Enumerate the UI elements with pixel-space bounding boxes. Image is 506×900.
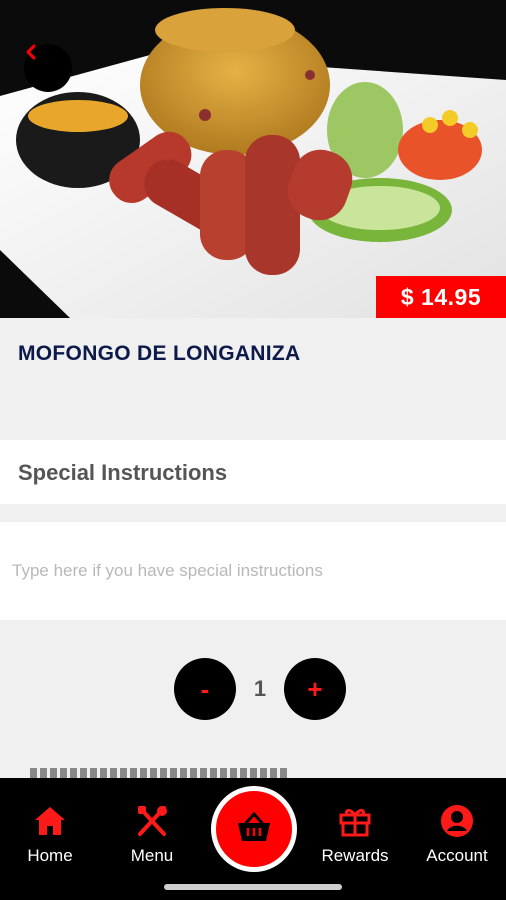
home-icon	[0, 804, 100, 838]
item-title-section: MOFONGO DE LONGANIZA	[0, 318, 506, 438]
hero-food-image: $ 14.95	[0, 0, 506, 318]
special-instructions-input[interactable]	[12, 556, 492, 586]
back-button[interactable]	[24, 44, 72, 92]
tab-rewards-label: Rewards	[321, 846, 389, 865]
quantity-stepper: - 1 +	[174, 658, 346, 720]
tab-menu[interactable]: Menu	[102, 804, 202, 866]
home-indicator	[164, 884, 342, 890]
special-instructions-heading: Special Instructions	[18, 460, 228, 485]
tab-rewards[interactable]: Rewards	[305, 804, 405, 866]
tab-home-label: Home	[27, 846, 73, 865]
fork-knife-icon	[102, 804, 202, 838]
tab-menu-label: Menu	[130, 846, 174, 865]
basket-icon	[236, 811, 272, 848]
tab-account[interactable]: Account	[407, 804, 506, 866]
user-circle-icon	[407, 804, 506, 838]
increase-quantity-button[interactable]: +	[284, 658, 346, 720]
tab-home[interactable]: Home	[0, 804, 100, 866]
decrease-quantity-button[interactable]: -	[174, 658, 236, 720]
price-tag: $ 14.95	[376, 276, 506, 318]
tab-account-label: Account	[426, 846, 488, 865]
special-instructions-section	[0, 522, 506, 620]
special-instructions-header: Special Instructions	[0, 440, 506, 504]
hidden-content-peek	[30, 768, 290, 778]
cart-button[interactable]	[211, 786, 297, 872]
item-title: MOFONGO DE LONGANIZA	[18, 342, 301, 365]
quantity-value: 1	[253, 676, 267, 701]
gift-icon	[305, 804, 405, 838]
food-photo	[0, 0, 506, 318]
